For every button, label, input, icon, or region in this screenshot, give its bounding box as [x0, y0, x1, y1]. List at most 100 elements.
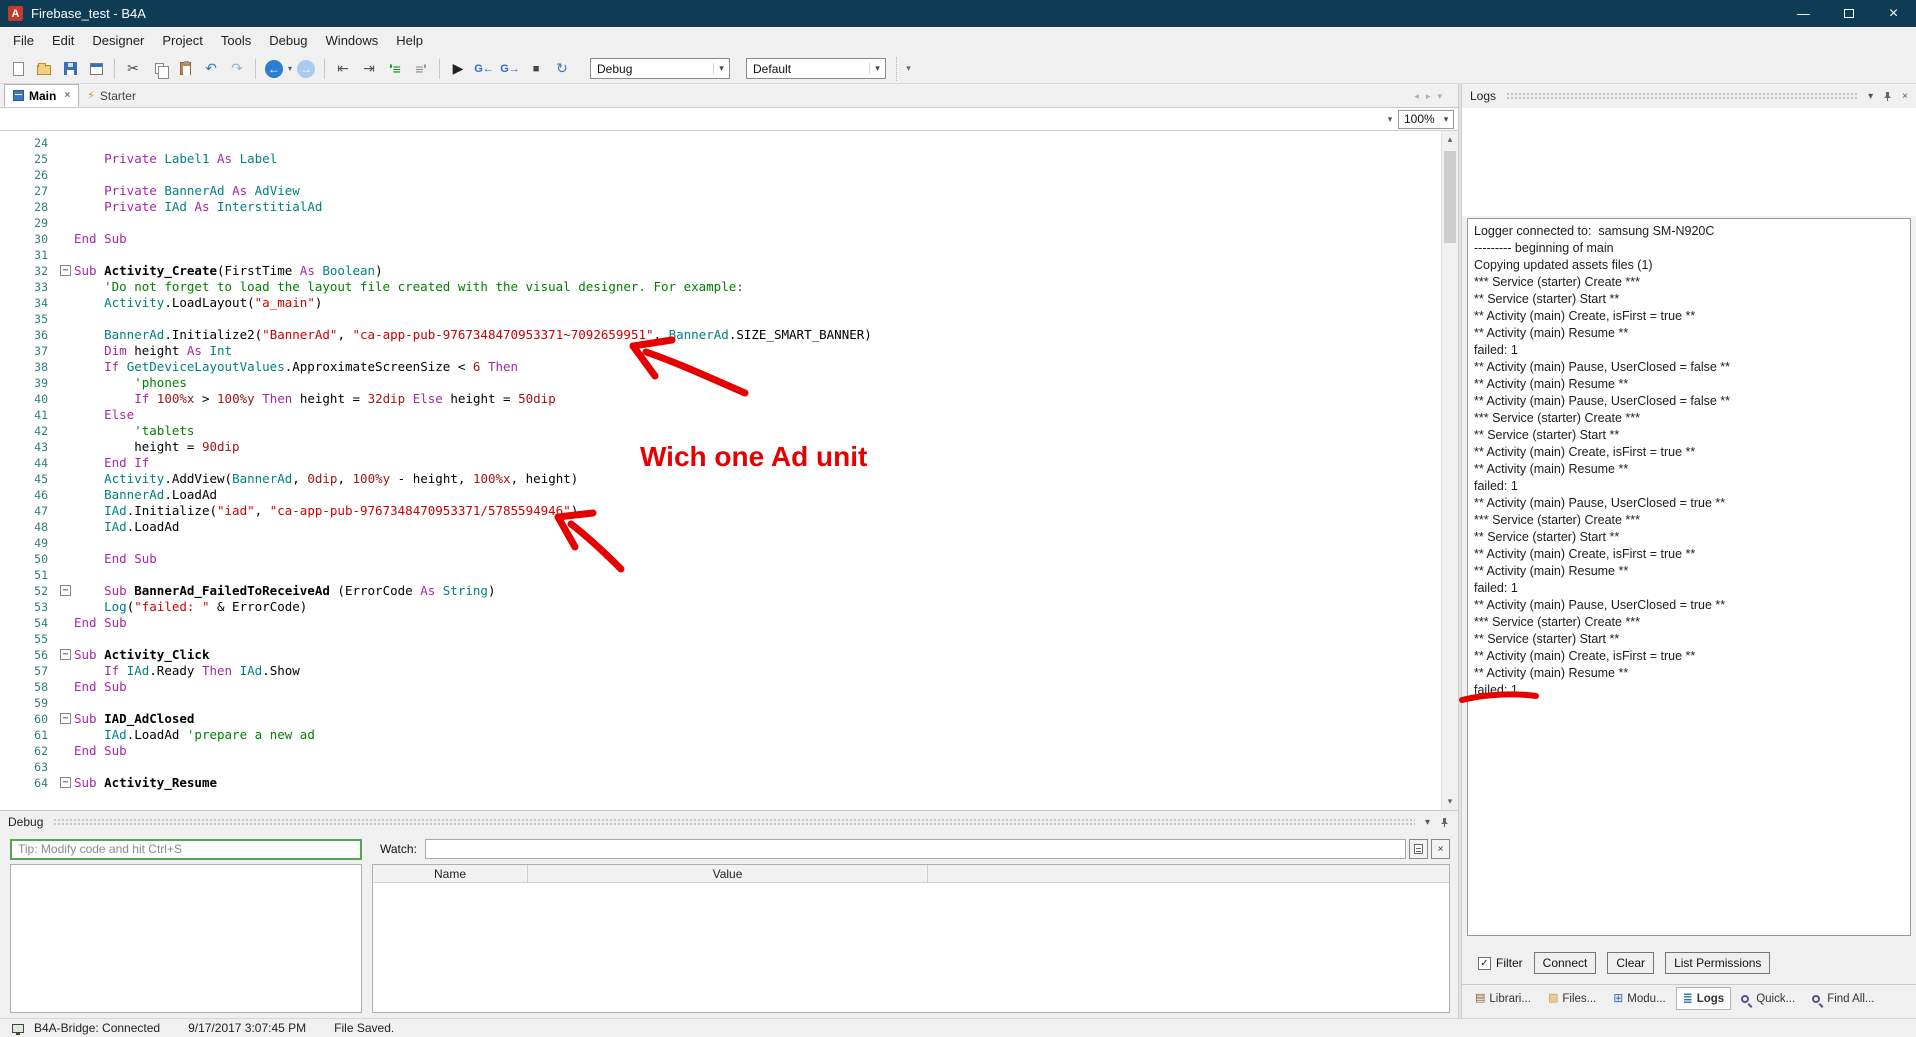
log-line[interactable]: ** Activity (main) Resume **	[1474, 325, 1910, 342]
fold-collapse-box[interactable]: −	[60, 585, 71, 596]
log-line[interactable]: ** Service (starter) Start **	[1474, 631, 1910, 648]
watch-list-button[interactable]	[1409, 839, 1428, 859]
code-line-26[interactable]: 26	[0, 167, 1458, 183]
log-line[interactable]: Logger connected to: samsung SM-N920C	[1474, 223, 1910, 240]
log-line[interactable]: *** Service (starter) Create ***	[1474, 614, 1910, 631]
rebuild-button[interactable]: ↻	[550, 57, 574, 81]
code-line-60[interactable]: 60−Sub IAD_AdClosed	[0, 711, 1458, 727]
paste-button[interactable]	[173, 57, 197, 81]
code-line-47[interactable]: 47 IAd.Initialize("iad", "ca-app-pub-976…	[0, 503, 1458, 519]
code-line-31[interactable]: 31	[0, 247, 1458, 263]
code-line-51[interactable]: 51	[0, 567, 1458, 583]
menu-help[interactable]: Help	[387, 28, 432, 53]
cut-button[interactable]: ✂	[121, 57, 145, 81]
new-file-button[interactable]	[6, 57, 30, 81]
debug-output-box[interactable]	[10, 864, 362, 1013]
code-line-55[interactable]: 55	[0, 631, 1458, 647]
log-line[interactable]: ** Activity (main) Create, isFirst = tru…	[1474, 444, 1910, 461]
log-line[interactable]: failed: 1	[1474, 682, 1910, 699]
dock-tab-quick[interactable]: Quick...	[1734, 988, 1802, 1010]
compile-release-button[interactable]: G→	[498, 57, 522, 81]
dock-tab-files[interactable]: Files...	[1541, 988, 1603, 1010]
code-line-41[interactable]: 41 Else	[0, 407, 1458, 423]
filter-checkbox[interactable]: ✓	[1478, 957, 1491, 970]
menu-file[interactable]: File	[4, 28, 43, 53]
menu-debug[interactable]: Debug	[260, 28, 316, 53]
code-line-63[interactable]: 63	[0, 759, 1458, 775]
log-line[interactable]: ** Service (starter) Start **	[1474, 427, 1910, 444]
log-line[interactable]: ** Activity (main) Resume **	[1474, 376, 1910, 393]
run-button[interactable]: ▶	[446, 57, 470, 81]
fold-collapse-box[interactable]: −	[60, 777, 71, 788]
stop-button[interactable]: ■	[524, 57, 548, 81]
log-line[interactable]: failed: 1	[1474, 342, 1910, 359]
code-line-59[interactable]: 59	[0, 695, 1458, 711]
code-line-33[interactable]: 33 'Do not forget to load the layout fil…	[0, 279, 1458, 295]
menu-project[interactable]: Project	[153, 28, 211, 53]
code-line-32[interactable]: 32−Sub Activity_Create(FirstTime As Bool…	[0, 263, 1458, 279]
zoom-combo[interactable]: 100% ▾	[1398, 110, 1454, 129]
code-line-49[interactable]: 49	[0, 535, 1458, 551]
compile-debug-button[interactable]: G←	[472, 57, 496, 81]
log-line[interactable]: Copying updated assets files (1)	[1474, 257, 1910, 274]
log-line[interactable]: ** Activity (main) Resume **	[1474, 563, 1910, 580]
dock-tab-logs[interactable]: Logs	[1676, 987, 1732, 1011]
dock-tab-findall[interactable]: Find All...	[1805, 988, 1881, 1010]
code-line-30[interactable]: 30End Sub	[0, 231, 1458, 247]
code-line-54[interactable]: 54End Sub	[0, 615, 1458, 631]
menu-windows[interactable]: Windows	[317, 28, 388, 53]
code-editor[interactable]: 2425 Private Label1 As Label2627 Private…	[0, 131, 1458, 810]
watch-clear-button[interactable]: ×	[1431, 839, 1450, 859]
log-line[interactable]: ** Service (starter) Start **	[1474, 291, 1910, 308]
code-line-37[interactable]: 37 Dim height As Int	[0, 343, 1458, 359]
tab-main[interactable]: Main ×	[4, 84, 79, 107]
code-line-43[interactable]: 43 height = 90dip	[0, 439, 1458, 455]
minimize-button[interactable]: —	[1781, 0, 1826, 27]
code-line-48[interactable]: 48 IAd.LoadAd	[0, 519, 1458, 535]
code-line-46[interactable]: 46 BannerAd.LoadAd	[0, 487, 1458, 503]
code-line-62[interactable]: 62End Sub	[0, 743, 1458, 759]
navigate-back-button[interactable]: ←	[262, 57, 286, 81]
outdent-button[interactable]: ⇤	[331, 57, 355, 81]
log-line[interactable]: --------- beginning of main	[1474, 240, 1910, 257]
watch-column-name[interactable]: Name	[373, 865, 528, 882]
watch-input[interactable]	[425, 839, 1406, 859]
code-line-56[interactable]: 56−Sub Activity_Click	[0, 647, 1458, 663]
menu-designer[interactable]: Designer	[83, 28, 153, 53]
clear-button[interactable]: Clear	[1607, 952, 1654, 974]
connect-button[interactable]: Connect	[1534, 952, 1597, 974]
code-line-61[interactable]: 61 IAd.LoadAd 'prepare a new ad	[0, 727, 1458, 743]
log-line[interactable]: ** Activity (main) Pause, UserClosed = f…	[1474, 393, 1910, 410]
code-line-35[interactable]: 35	[0, 311, 1458, 327]
build-mode-combo[interactable]: Debug ▾	[590, 58, 730, 79]
code-line-34[interactable]: 34 Activity.LoadLayout("a_main")	[0, 295, 1458, 311]
drag-handle[interactable]	[1506, 92, 1858, 100]
watch-column-value[interactable]: Value	[528, 865, 928, 882]
close-panel-icon[interactable]: ×	[1902, 91, 1908, 102]
pin-icon[interactable]	[1439, 817, 1450, 828]
comment-button[interactable]: '≡	[383, 57, 407, 81]
logs-list[interactable]: Logger connected to: samsung SM-N920C---…	[1467, 218, 1911, 936]
log-line[interactable]: ** Activity (main) Create, isFirst = tru…	[1474, 308, 1910, 325]
log-line[interactable]: ** Activity (main) Pause, UserClosed = t…	[1474, 495, 1910, 512]
dock-tab-modu[interactable]: Modu...	[1606, 987, 1672, 1011]
log-line[interactable]: failed: 1	[1474, 478, 1910, 495]
menu-edit[interactable]: Edit	[43, 28, 83, 53]
log-line[interactable]: ** Activity (main) Create, isFirst = tru…	[1474, 546, 1910, 563]
toolbar-overflow-button[interactable]: ▾	[896, 57, 920, 81]
code-line-58[interactable]: 58End Sub	[0, 679, 1458, 695]
drag-handle[interactable]	[53, 818, 1415, 826]
split-editor-caret-icon[interactable]: ▾	[1382, 114, 1398, 125]
code-line-38[interactable]: 38 If GetDeviceLayoutValues.ApproximateS…	[0, 359, 1458, 375]
scroll-up-icon[interactable]: ▴	[1442, 131, 1458, 148]
fold-collapse-box[interactable]: −	[60, 649, 71, 660]
tab-starter[interactable]: ⚡ Starter	[79, 84, 144, 107]
log-line[interactable]: ** Activity (main) Resume **	[1474, 461, 1910, 478]
uncomment-button[interactable]: ≡'	[409, 57, 433, 81]
navigate-back-dropdown[interactable]: ▾	[288, 64, 292, 73]
code-line-28[interactable]: 28 Private IAd As InterstitialAd	[0, 199, 1458, 215]
code-line-25[interactable]: 25 Private Label1 As Label	[0, 151, 1458, 167]
log-line[interactable]: *** Service (starter) Create ***	[1474, 512, 1910, 529]
pin-icon[interactable]	[1882, 91, 1893, 102]
log-line[interactable]: failed: 1	[1474, 580, 1910, 597]
